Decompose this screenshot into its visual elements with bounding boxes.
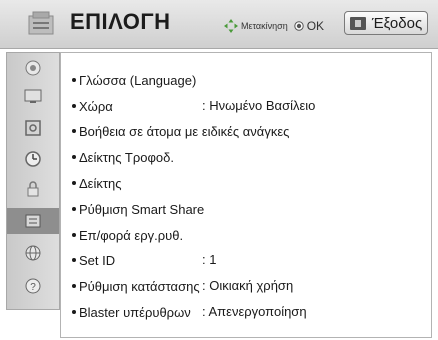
menu-item-label: Γλώσσα (Language) <box>79 72 197 88</box>
bullet <box>72 207 76 211</box>
menu-item-value: : 1 <box>202 252 217 267</box>
monitor-icon <box>24 89 42 103</box>
menu-item-label: Επ/φορά εργ.ρυθ. <box>79 227 184 243</box>
menu-item-pointer[interactable]: Δείκτης <box>72 173 122 193</box>
menu-item-language[interactable]: Γλώσσα (Language) <box>72 70 196 90</box>
menu-item-label: Ρύθμιση Smart Share <box>79 201 205 217</box>
bullet <box>72 181 76 185</box>
menu-item-ir-blaster[interactable]: Blaster υπέρυθρων : Απενεργοποίηση <box>72 302 307 322</box>
option-icon <box>28 11 54 35</box>
lock-icon <box>27 181 39 197</box>
bullet <box>72 258 76 262</box>
bullet <box>72 233 76 237</box>
menu-item-accessibility[interactable]: Βοήθεια σε άτομα με ειδικές ανάγκες <box>72 121 289 141</box>
bullet <box>72 78 76 82</box>
nav-hint-label: Μετακίνηση <box>241 21 288 31</box>
menu-item-country[interactable]: Χώρα : Ηνωμένο Βασίλειο <box>72 96 315 116</box>
sidebar-item-channel[interactable] <box>7 115 59 141</box>
menu-item-value: : Οικιακή χρήση <box>202 278 294 293</box>
network-icon <box>25 245 41 261</box>
exit-label: Έξοδος <box>371 14 423 32</box>
option-icon <box>25 214 41 228</box>
menu-item-label: Δείκτης <box>79 175 122 191</box>
menu-item-label: Δείκτης Τροφοδ. <box>79 149 174 165</box>
menu-item-value: : Απενεργοποίηση <box>202 304 307 319</box>
exit-icon <box>349 16 366 30</box>
header-bar: ΕΠΙΛΟΓΗ Μετακίνηση OK Έξοδος <box>0 0 438 49</box>
ok-button-icon <box>294 21 304 31</box>
menu-item-label: Ρύθμιση κατάστασης <box>79 278 200 294</box>
sidebar-item-screen[interactable] <box>7 83 59 109</box>
support-icon: ? <box>25 278 41 294</box>
menu-item-mode-setting[interactable]: Ρύθμιση κατάστασης : Οικιακή χρήση <box>72 276 293 296</box>
menu-item-power-indicator[interactable]: Δείκτης Τροφοδ. <box>72 147 174 167</box>
clock-icon <box>25 151 41 167</box>
sidebar-item-time[interactable] <box>7 146 59 172</box>
menu-item-label: Blaster υπέρυθρων <box>79 304 191 320</box>
bullet <box>72 284 76 288</box>
picture-icon <box>25 60 41 76</box>
bullet <box>72 129 76 133</box>
sidebar-item-support[interactable]: ? <box>7 273 59 299</box>
menu-item-label: Βοήθεια σε άτομα με ειδικές ανάγκες <box>79 123 290 139</box>
sidebar: ? <box>6 52 60 310</box>
channel-icon <box>25 120 41 136</box>
sidebar-item-option[interactable] <box>7 208 59 234</box>
sidebar-item-network[interactable] <box>7 240 59 266</box>
bullet <box>72 155 76 159</box>
menu-item-settings-transfer[interactable]: Επ/φορά εργ.ρυθ. <box>72 225 183 245</box>
menu-item-label: Χώρα <box>79 98 113 114</box>
menu-item-label: Set ID <box>79 252 116 268</box>
svg-text:?: ? <box>30 282 36 293</box>
bullet <box>72 310 76 314</box>
menu-item-set-id[interactable]: Set ID : 1 <box>72 250 216 270</box>
sidebar-item-picture[interactable] <box>7 55 59 81</box>
page-title: ΕΠΙΛΟΓΗ <box>70 9 171 34</box>
menu-item-value: : Ηνωμένο Βασίλειο <box>202 98 316 113</box>
ok-label: OK <box>306 19 325 33</box>
bullet <box>72 104 76 108</box>
navigation-hint: Μετακίνηση OK <box>224 19 324 33</box>
option-menu-panel: Γλώσσα (Language) Χώρα : Ηνωμένο Βασίλει… <box>60 52 432 338</box>
sidebar-item-lock[interactable] <box>7 176 59 202</box>
menu-item-smart-share[interactable]: Ρύθμιση Smart Share <box>72 199 204 219</box>
exit-button[interactable]: Έξοδος <box>344 11 428 35</box>
arrow-keys-icon <box>224 19 238 33</box>
